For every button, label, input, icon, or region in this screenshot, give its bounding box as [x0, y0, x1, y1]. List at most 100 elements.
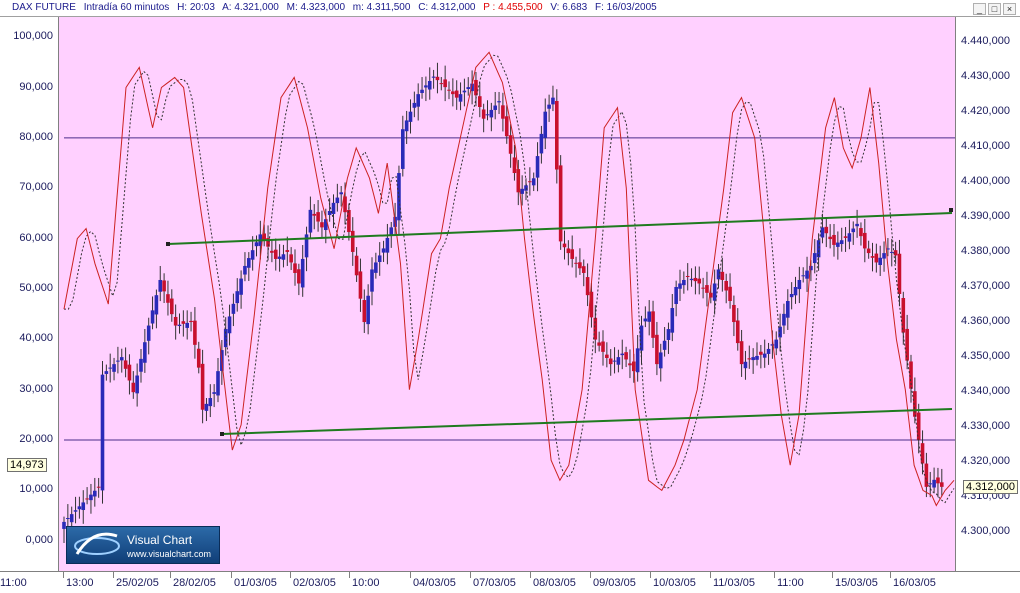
maximize-button[interactable]: □: [988, 3, 1001, 15]
candle-body: [69, 514, 74, 523]
candle-body: [839, 240, 844, 245]
candle-body: [716, 269, 721, 280]
candle-body: [100, 374, 105, 491]
candle-body: [585, 277, 590, 296]
candle-body: [847, 233, 852, 242]
left-axis-tick: 30,000: [19, 382, 53, 395]
candle-body: [177, 324, 182, 327]
time-axis-tick: 10/03/05: [653, 577, 696, 589]
candle-body: [320, 222, 324, 228]
candle-body: [439, 83, 444, 85]
left-axis-tick: 20,000: [19, 433, 53, 446]
oscillator-value-badge: 14,973: [7, 458, 47, 472]
right-axis-tick: 4.390,000: [961, 209, 1010, 222]
candle-body: [427, 80, 432, 90]
candle-body: [666, 329, 671, 340]
minimize-button[interactable]: _: [973, 3, 986, 15]
candle-body: [655, 334, 659, 365]
hour-readout: H: 20:03: [177, 2, 215, 13]
candle-body: [401, 129, 405, 169]
candle-body: [620, 353, 625, 356]
time-axis-tick: 02/03/05: [293, 577, 336, 589]
last-price-badge: 4.312,000: [963, 480, 1018, 494]
candle-body: [431, 76, 436, 78]
logo-title: Visual Chart: [127, 533, 193, 547]
chart-plot-area[interactable]: [59, 17, 955, 571]
candle-body: [73, 510, 78, 512]
candle-body: [158, 279, 163, 292]
candle-body: [743, 361, 748, 369]
candle-body: [739, 341, 744, 365]
candle-body: [358, 271, 363, 299]
candle-body: [143, 342, 147, 363]
candle-body: [123, 360, 128, 369]
candle-body: [216, 371, 220, 396]
left-axis-tick: 0,000: [25, 533, 53, 546]
trendline-handle: [166, 242, 170, 246]
candle-body: [789, 294, 794, 298]
candle-body: [150, 310, 155, 324]
candle-body: [531, 178, 536, 186]
candle-body: [297, 269, 301, 284]
candle-body: [689, 278, 694, 281]
candle-body: [247, 258, 251, 268]
candle-body: [940, 482, 944, 487]
candle-body: [605, 354, 609, 358]
candle-body: [389, 227, 394, 236]
candle-body: [443, 79, 447, 88]
candle-body: [797, 279, 802, 290]
candle-body: [493, 105, 497, 110]
close-button[interactable]: ×: [1003, 3, 1016, 15]
time-axis-separator: [832, 572, 833, 578]
candle-body: [712, 283, 717, 301]
candle-body: [227, 316, 232, 334]
candle-body: [570, 249, 574, 259]
candle-body: [662, 340, 667, 350]
chart-window-titlebar: DAX FUTURE Intradía 60 minutos H: 20:03 …: [0, 0, 1020, 17]
right-axis-tick: 4.430,000: [961, 69, 1010, 82]
candle-body: [874, 253, 879, 263]
candle-body: [489, 109, 494, 118]
candle-body: [728, 286, 732, 302]
candle-body: [786, 301, 790, 318]
candle-body: [639, 325, 644, 351]
candle-body: [481, 109, 486, 119]
candle-body: [208, 398, 213, 407]
candle-body: [458, 94, 463, 102]
time-axis-separator: [290, 572, 291, 578]
candle-body: [801, 275, 805, 277]
left-axis-tick: 70,000: [19, 181, 53, 194]
candle-body: [697, 278, 702, 284]
right-axis-tick: 4.410,000: [961, 139, 1010, 152]
left-axis-tick: 90,000: [19, 80, 53, 93]
candle-body: [859, 228, 863, 237]
candle-body: [897, 253, 902, 294]
candle-body: [173, 316, 178, 326]
candle-body: [805, 270, 809, 279]
trendline-lower: [221, 408, 953, 435]
candle-body: [520, 188, 524, 194]
time-axis-separator: [774, 572, 775, 578]
candle-body: [235, 291, 240, 304]
candle-body: [678, 283, 682, 289]
candle-body: [651, 311, 655, 338]
candle-body: [547, 104, 551, 109]
candle-body: [593, 317, 598, 340]
candle-body: [285, 250, 290, 252]
candle-body: [932, 479, 936, 488]
right-axis-tick: 4.330,000: [961, 420, 1010, 433]
candle-body: [693, 277, 698, 282]
candle-body: [374, 262, 378, 273]
time-axis-tick: 25/02/05: [116, 577, 159, 589]
candle-body: [920, 443, 925, 464]
candle-body: [127, 364, 132, 381]
right-axis-tick: 4.400,000: [961, 174, 1010, 187]
candle-body: [270, 250, 274, 253]
candle-body: [551, 97, 555, 105]
chart-svg: [62, 51, 955, 543]
candle-body: [243, 265, 247, 275]
time-axis-separator: [650, 572, 651, 578]
candle-body: [558, 165, 563, 242]
candle-body: [889, 251, 894, 253]
candle-body: [581, 266, 586, 273]
